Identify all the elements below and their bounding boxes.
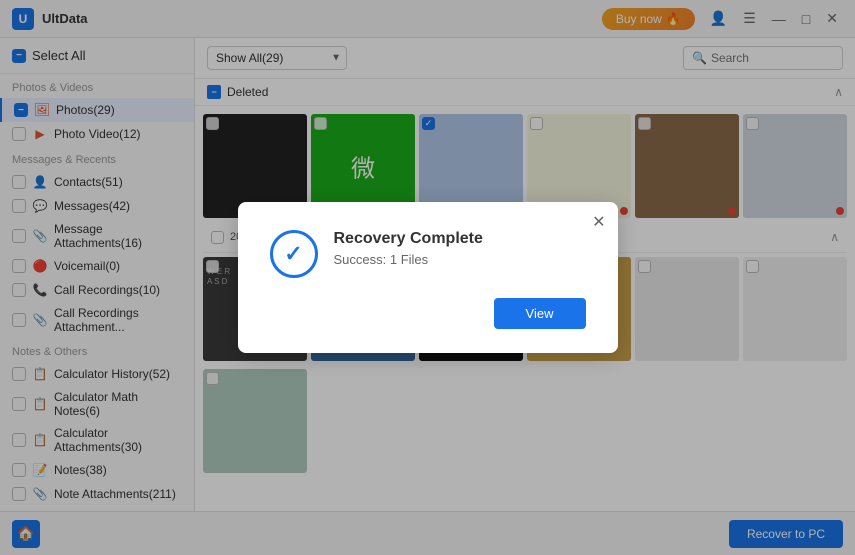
modal-title: Recovery Complete [334, 230, 483, 248]
modal-overlay: ✕ Recovery Complete Success: 1 Files Vie… [0, 0, 855, 555]
recovery-modal: ✕ Recovery Complete Success: 1 Files Vie… [238, 202, 618, 353]
success-check-icon [270, 230, 318, 278]
modal-footer: View [270, 298, 586, 329]
modal-body: Recovery Complete Success: 1 Files [270, 230, 586, 278]
modal-view-button[interactable]: View [494, 298, 586, 329]
modal-subtitle: Success: 1 Files [334, 252, 483, 267]
modal-close-button[interactable]: ✕ [592, 212, 605, 232]
modal-text: Recovery Complete Success: 1 Files [334, 230, 483, 267]
